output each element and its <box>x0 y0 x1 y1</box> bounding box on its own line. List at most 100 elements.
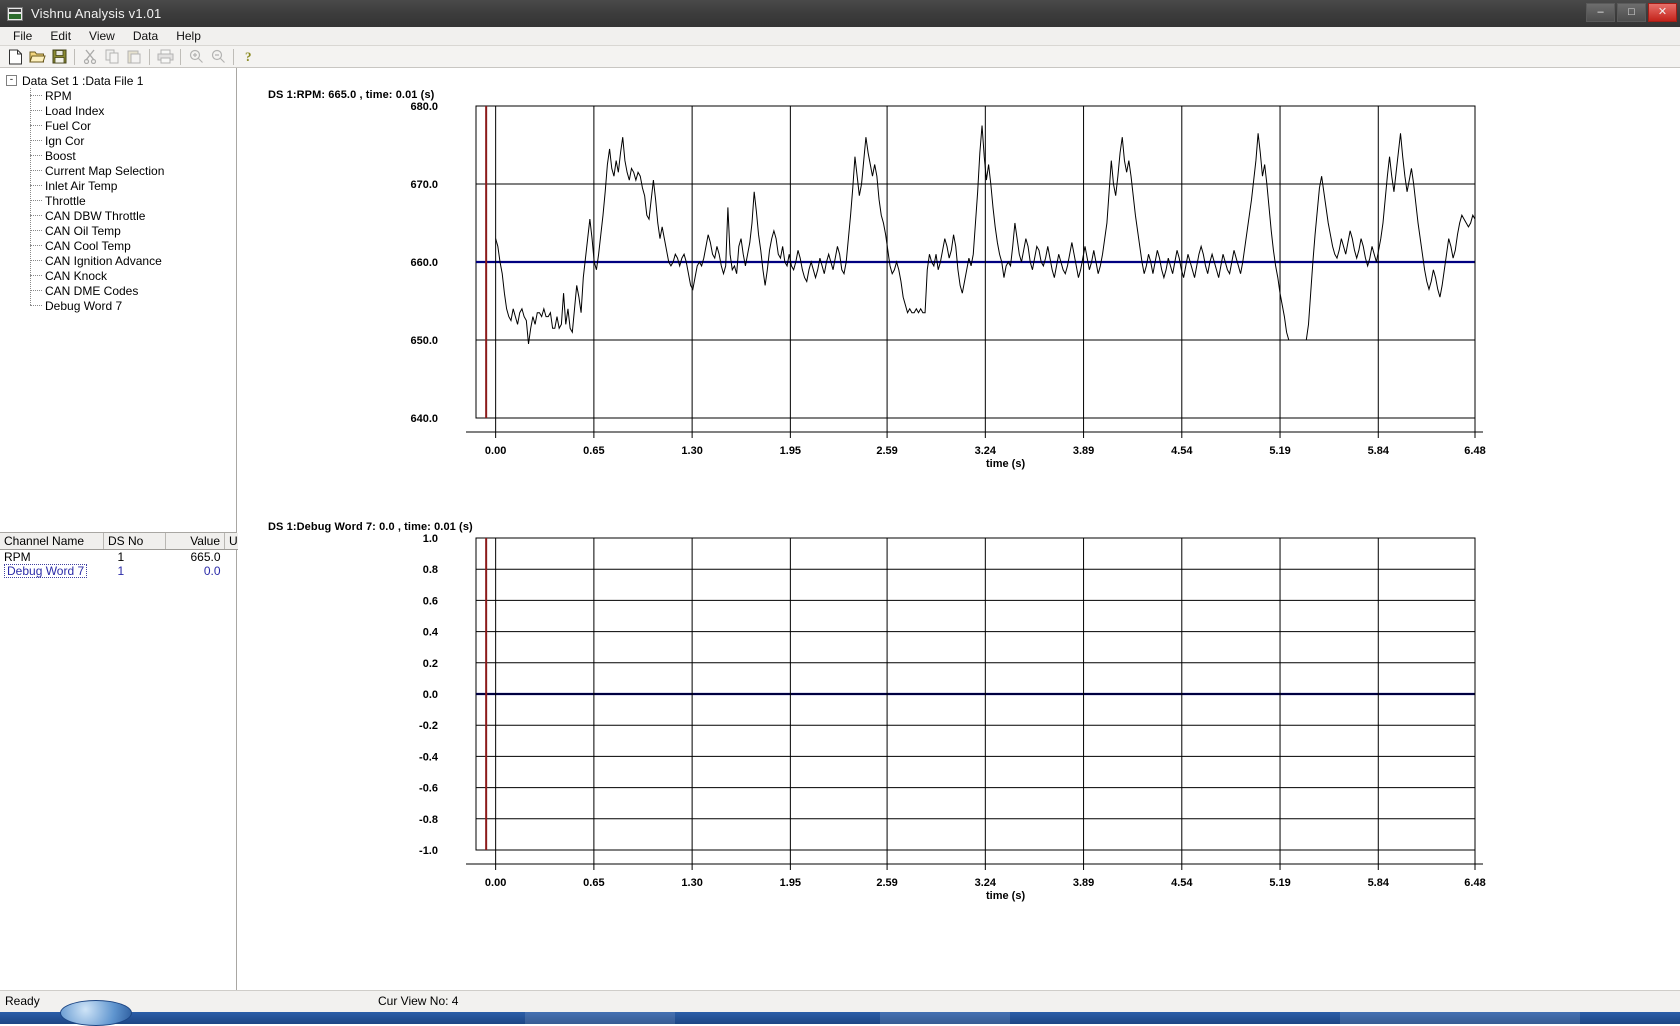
title-bar: Vishnu Analysis v1.01 – □ ✕ <box>0 0 1680 27</box>
menu-item-edit[interactable]: Edit <box>41 28 80 44</box>
channel-tree-panel: - Data Set 1 :Data File 1 RPM Load Index… <box>0 68 237 533</box>
cell-channel-name: Debug Word 7 <box>0 564 104 578</box>
channel-table: Channel Name DS No Value Units RPM 1 665… <box>0 533 271 578</box>
plot-area: DS 1:RPM: 665.0 , time: 0.01 (s) 680.0 67… <box>238 68 1680 990</box>
rpm-x-axis-title: time (s) <box>986 458 1026 470</box>
new-icon[interactable] <box>4 47 26 67</box>
svg-text:5.84: 5.84 <box>1368 445 1390 457</box>
zoom-out-icon[interactable] <box>207 47 229 67</box>
tree-root-row[interactable]: - Data Set 1 :Data File 1 <box>6 73 236 88</box>
channel-value-panel: Channel Name DS No Value Units RPM 1 665… <box>0 533 271 990</box>
cell-channel-name: RPM <box>4 550 31 564</box>
svg-text:640.0: 640.0 <box>410 413 438 425</box>
close-button[interactable]: ✕ <box>1648 3 1677 22</box>
collapse-icon[interactable]: - <box>6 75 17 86</box>
tree-item-label: Current Map Selection <box>45 163 165 178</box>
tree-item-current-map-selection[interactable]: Current Map Selection <box>21 163 236 178</box>
menu-item-help[interactable]: Help <box>167 28 210 44</box>
cell-value: 665.0 <box>190 550 221 564</box>
svg-text:3.24: 3.24 <box>975 445 997 457</box>
copy-icon[interactable] <box>101 47 123 67</box>
svg-text:3.89: 3.89 <box>1073 877 1094 889</box>
debug-word-7-plot-svg[interactable]: 1.0 0.8 0.6 0.4 0.2 0.0 -0.2 -0.4 -0.6 -0.8 -1.0 0.… <box>238 500 1680 920</box>
column-header-value[interactable]: Value <box>165 533 225 550</box>
current-view-number: Cur View No: 4 <box>378 994 459 1008</box>
svg-text:1.30: 1.30 <box>681 877 702 889</box>
svg-text:4.54: 4.54 <box>1171 877 1193 889</box>
svg-text:-0.4: -0.4 <box>419 751 439 763</box>
tree-item-ign-cor[interactable]: Ign Cor <box>21 133 236 148</box>
menu-item-file[interactable]: File <box>4 28 41 44</box>
window-title: Vishnu Analysis v1.01 <box>31 6 162 21</box>
tree-item-label: CAN DME Codes <box>45 283 139 298</box>
minimize-button[interactable]: – <box>1586 3 1615 22</box>
table-row[interactable]: RPM 1 665.0 <box>0 550 271 564</box>
tree-item-can-cool-temp[interactable]: CAN Cool Temp <box>21 238 236 253</box>
menu-item-view[interactable]: View <box>80 28 124 44</box>
svg-text:1.30: 1.30 <box>681 445 702 457</box>
tree-item-can-ignition-advance[interactable]: CAN Ignition Advance <box>21 253 236 268</box>
open-icon[interactable] <box>26 47 48 67</box>
svg-text:3.89: 3.89 <box>1073 445 1094 457</box>
status-message: Ready <box>5 994 40 1008</box>
tree-item-debug-word-7[interactable]: Debug Word 7 <box>21 298 236 313</box>
paste-icon[interactable] <box>123 47 145 67</box>
svg-text:0.2: 0.2 <box>423 658 438 670</box>
svg-text:0.00: 0.00 <box>485 877 506 889</box>
svg-text:-0.2: -0.2 <box>419 720 438 732</box>
cell-channel-name-text: Debug Word 7 <box>4 564 88 578</box>
svg-text:5.84: 5.84 <box>1368 877 1390 889</box>
tree-item-label: CAN Cool Temp <box>45 238 131 253</box>
cut-icon[interactable] <box>79 47 101 67</box>
toolbar-separator <box>149 48 150 65</box>
start-orb-icon[interactable] <box>60 1000 132 1026</box>
tree-item-label: CAN DBW Throttle <box>45 208 146 223</box>
column-header-ds-no[interactable]: DS No <box>103 533 166 550</box>
svg-text:-0.8: -0.8 <box>419 814 438 826</box>
tree-item-load-index[interactable]: Load Index <box>21 103 236 118</box>
table-row[interactable]: Debug Word 7 1 0.0 <box>0 564 271 578</box>
taskbar-item[interactable] <box>880 1012 1010 1024</box>
rpm-plot-block: DS 1:RPM: 665.0 , time: 0.01 (s) 680.0 67… <box>238 68 1680 488</box>
save-icon[interactable] <box>48 47 70 67</box>
svg-text:0.0: 0.0 <box>423 689 438 701</box>
svg-text:6.48: 6.48 <box>1464 877 1485 889</box>
tree-item-label: Debug Word 7 <box>45 298 123 313</box>
svg-text:-0.6: -0.6 <box>419 783 438 795</box>
rpm-plot-svg[interactable]: 680.0 670.0 660.0 650.0 640.0 0.00 0.65 1.30 1.9… <box>238 68 1680 488</box>
menu-item-data[interactable]: Data <box>124 28 167 44</box>
menu-bar: File Edit View Data Help <box>0 27 1680 46</box>
svg-text:?: ? <box>245 49 252 64</box>
taskbar-item[interactable] <box>1340 1012 1580 1024</box>
tree-item-can-knock[interactable]: CAN Knock <box>21 268 236 283</box>
help-icon[interactable]: ? <box>238 47 260 67</box>
tree-item-inlet-air-temp[interactable]: Inlet Air Temp <box>21 178 236 193</box>
tree-item-boost[interactable]: Boost <box>21 148 236 163</box>
taskbar <box>0 1000 1680 1026</box>
svg-text:6.48: 6.48 <box>1464 445 1485 457</box>
svg-text:3.24: 3.24 <box>975 877 997 889</box>
tree-item-label: Inlet Air Temp <box>45 178 118 193</box>
tree-item-label: Load Index <box>45 103 105 118</box>
window-controls: – □ ✕ <box>1586 3 1677 22</box>
toolbar-separator <box>74 48 75 65</box>
svg-text:0.6: 0.6 <box>423 595 438 607</box>
tree-item-label: CAN Ignition Advance <box>45 253 162 268</box>
print-icon[interactable] <box>154 47 176 67</box>
debug-word-7-x-axis-title: time (s) <box>986 890 1026 902</box>
taskbar-item[interactable] <box>525 1012 675 1024</box>
maximize-button[interactable]: □ <box>1617 3 1646 22</box>
tree-item-can-dme-codes[interactable]: CAN DME Codes <box>21 283 236 298</box>
svg-text:2.59: 2.59 <box>876 445 897 457</box>
toolbar-separator <box>233 48 234 65</box>
tree-item-rpm[interactable]: RPM <box>21 88 236 103</box>
tree-item-throttle[interactable]: Throttle <box>21 193 236 208</box>
tree-item-fuel-cor[interactable]: Fuel Cor <box>21 118 236 133</box>
svg-text:670.0: 670.0 <box>410 179 438 191</box>
svg-text:0.65: 0.65 <box>583 445 604 457</box>
zoom-in-icon[interactable] <box>185 47 207 67</box>
tree-item-can-oil-temp[interactable]: CAN Oil Temp <box>21 223 236 238</box>
column-header-channel-name[interactable]: Channel Name <box>0 533 104 550</box>
svg-text:-1.0: -1.0 <box>419 845 438 857</box>
tree-item-can-dbw-throttle[interactable]: CAN DBW Throttle <box>21 208 236 223</box>
